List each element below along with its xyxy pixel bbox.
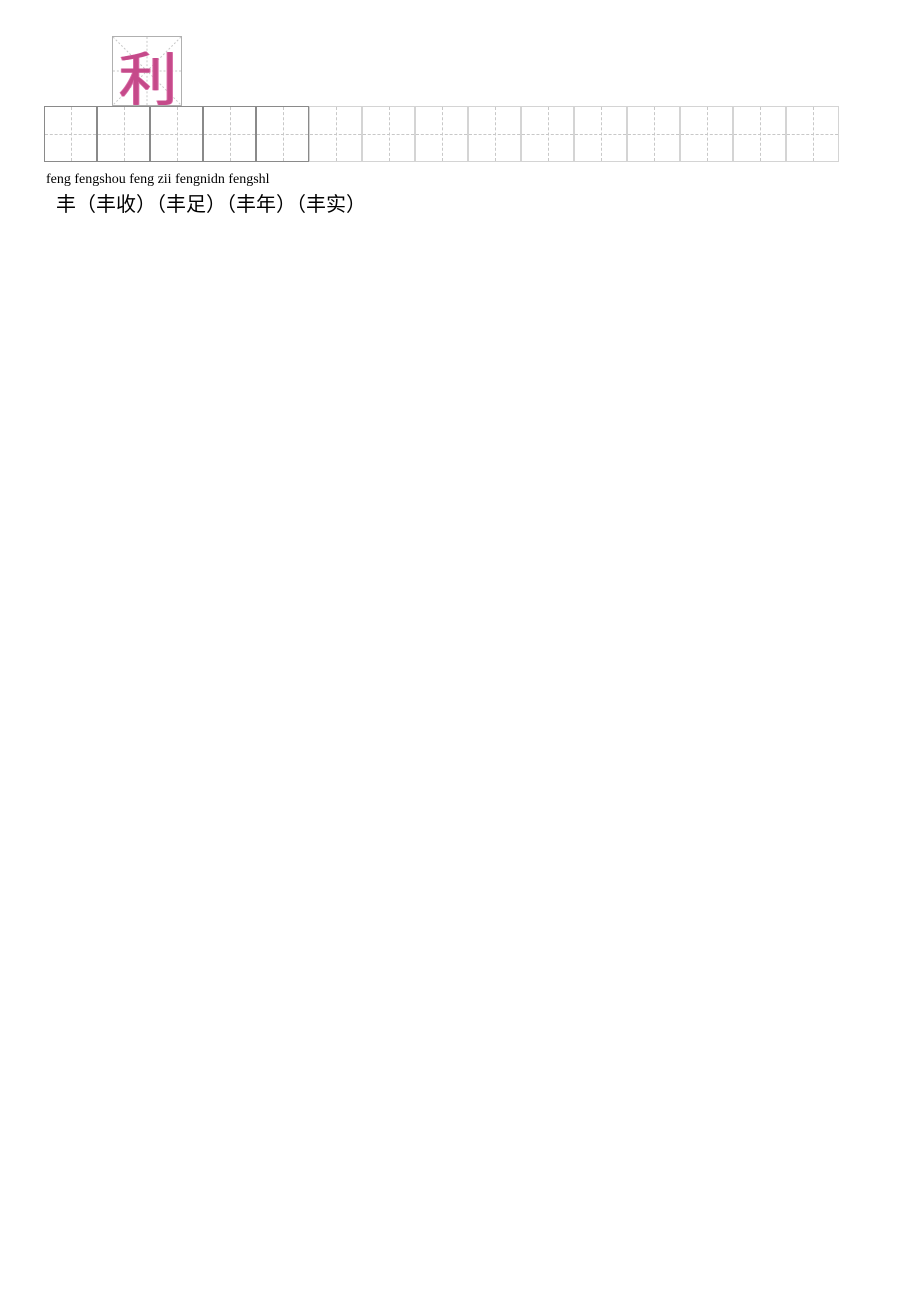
practice-cell — [680, 106, 733, 162]
practice-cell — [309, 106, 362, 162]
example-character: 利 — [119, 33, 177, 117]
practice-cell — [150, 106, 203, 162]
practice-cell — [521, 106, 574, 162]
practice-cell — [203, 106, 256, 162]
practice-cell — [256, 106, 309, 162]
example-character-box: 利 — [112, 36, 182, 106]
pinyin-text: feng fengshou feng zii fengnidn fengshl — [46, 172, 270, 188]
practice-grid-row — [44, 106, 839, 162]
practice-cell — [574, 106, 627, 162]
practice-cell — [468, 106, 521, 162]
practice-cell — [627, 106, 680, 162]
hanzi-text: 丰（丰收）（丰足）（丰年）（丰实） — [56, 188, 366, 217]
practice-cell — [786, 106, 839, 162]
practice-cell — [415, 106, 468, 162]
practice-cell — [362, 106, 415, 162]
practice-cell — [44, 106, 97, 162]
practice-cell — [97, 106, 150, 162]
practice-cell — [733, 106, 786, 162]
